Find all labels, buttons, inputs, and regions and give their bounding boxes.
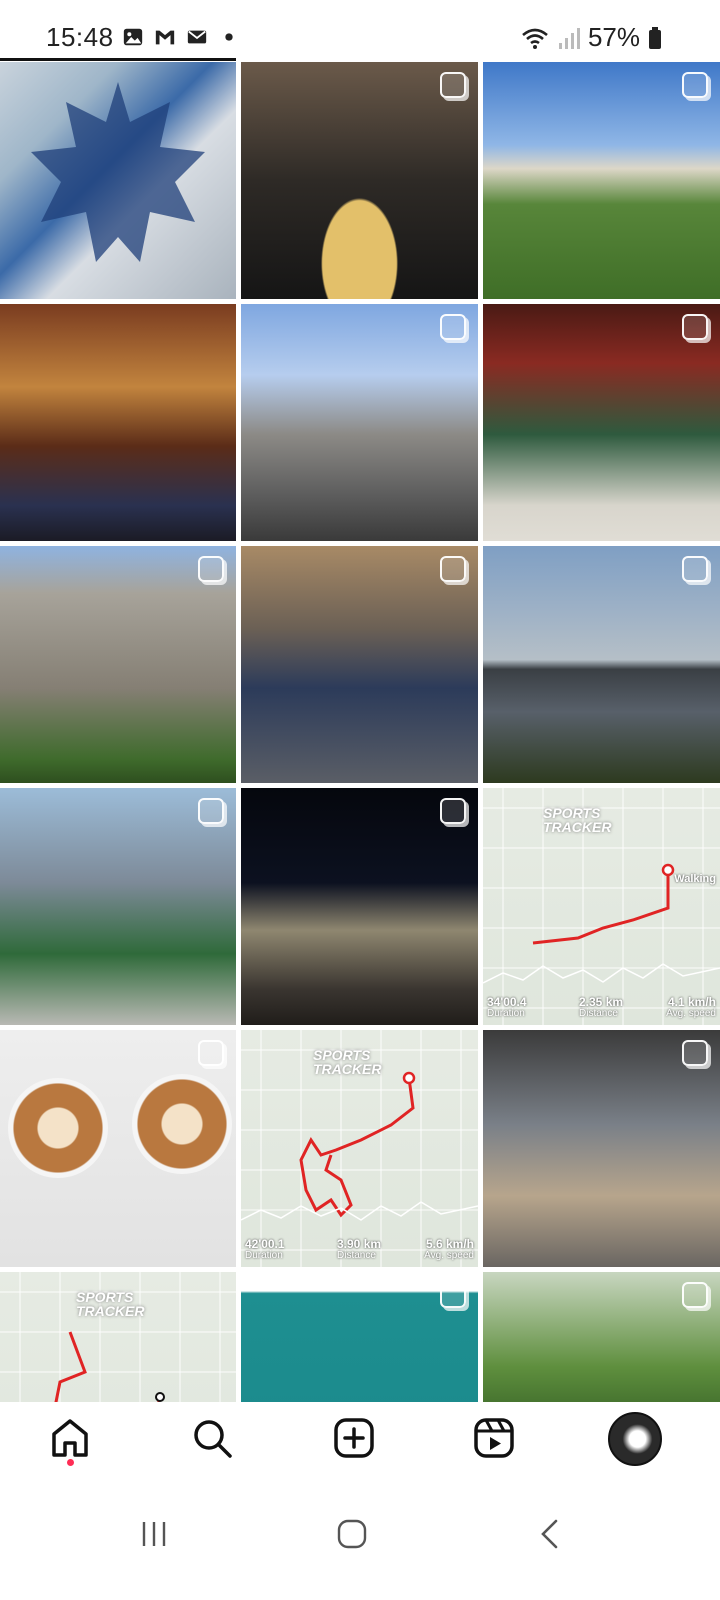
status-system-icons: 57% <box>520 22 662 53</box>
map-distance: 2.35 km Distance <box>579 995 624 1019</box>
post-tile[interactable] <box>241 304 478 541</box>
battery-percent: 57% <box>587 22 640 52</box>
coffee-cup <box>8 1078 108 1178</box>
post-tile[interactable]: SPORTS TRACKER 42'00.1 Duration 3.90 km Dis… <box>241 1030 478 1267</box>
multi-photo-icon <box>440 314 466 340</box>
post-tile[interactable] <box>0 62 236 299</box>
wifi-icon <box>522 28 548 49</box>
post-tile[interactable] <box>241 788 478 1025</box>
post-tile[interactable] <box>483 304 720 541</box>
post-tile[interactable] <box>241 62 478 299</box>
create-icon[interactable] <box>330 1414 378 1462</box>
map-distance: 3.90 km Distance <box>337 1237 382 1261</box>
multi-photo-icon <box>440 556 466 582</box>
post-tile[interactable] <box>483 546 720 783</box>
multi-photo-icon <box>682 1282 708 1308</box>
multi-photo-icon <box>682 314 708 340</box>
recents-icon[interactable] <box>124 1510 184 1558</box>
notification-dot <box>67 1459 74 1466</box>
sports-tracker-logo: SPORTS TRACKER <box>543 805 612 835</box>
multi-photo-icon <box>440 72 466 98</box>
map-speed: 4.1 km/h Avg. speed <box>666 995 716 1019</box>
back-icon[interactable] <box>520 1510 580 1558</box>
multi-photo-icon <box>682 72 708 98</box>
sports-tracker-logo: SPORTS TRACKER <box>313 1047 382 1077</box>
profile-avatar[interactable] <box>606 1410 664 1468</box>
map-activity: Walking <box>674 873 716 885</box>
post-tile[interactable] <box>241 1272 478 1402</box>
reels-icon[interactable] <box>470 1414 518 1462</box>
post-tile[interactable] <box>241 546 478 783</box>
home-circle-icon[interactable] <box>322 1510 382 1558</box>
post-tile[interactable]: SPORTS TRACKER 34'00.4 Duration 2.35 km Dis… <box>483 788 720 1025</box>
post-tile[interactable] <box>483 62 720 299</box>
multi-photo-icon <box>440 798 466 824</box>
mail-icon <box>187 30 207 44</box>
multi-photo-icon <box>682 1040 708 1066</box>
post-tile[interactable] <box>0 304 236 541</box>
dot-icon <box>225 33 233 41</box>
gallery-icon <box>123 28 143 46</box>
gmail-icon <box>155 30 175 45</box>
home-icon[interactable] <box>46 1414 94 1462</box>
post-tile[interactable] <box>483 1030 720 1267</box>
map-duration: 34'00.4 Duration <box>487 995 527 1019</box>
multi-photo-icon <box>198 1040 224 1066</box>
maple-leaf-collage <box>31 82 205 262</box>
multi-photo-icon <box>198 798 224 824</box>
status-notification-icons <box>122 26 240 48</box>
status-time: 15:48 <box>46 22 114 52</box>
sports-tracker-logo: SPORTS TRACKER <box>76 1289 145 1319</box>
post-tile[interactable] <box>483 1272 720 1402</box>
avatar <box>608 1412 662 1466</box>
battery-icon <box>649 26 661 49</box>
map-speed: 5.6 km/h Avg. speed <box>424 1237 474 1261</box>
coffee-cup <box>132 1074 232 1174</box>
multi-photo-icon <box>198 556 224 582</box>
post-tile[interactable] <box>0 1030 236 1267</box>
bottom-nav <box>0 1402 720 1480</box>
multi-photo-icon <box>682 556 708 582</box>
map-duration: 42'00.1 Duration <box>245 1237 285 1261</box>
post-tile[interactable]: SPORTS TRACKER <box>0 1272 236 1402</box>
status-bar: 15:48 57% <box>0 0 720 62</box>
signal-icon <box>558 27 580 49</box>
multi-photo-icon <box>440 1282 466 1308</box>
grid-tab-indicator <box>0 58 236 61</box>
post-tile[interactable] <box>0 788 236 1025</box>
profile-post-grid: SPORTS TRACKER 34'00.4 Duration 2.35 km Dis… <box>0 62 720 1402</box>
post-tile[interactable] <box>0 546 236 783</box>
system-nav <box>0 1480 720 1600</box>
search-icon[interactable] <box>188 1414 236 1462</box>
